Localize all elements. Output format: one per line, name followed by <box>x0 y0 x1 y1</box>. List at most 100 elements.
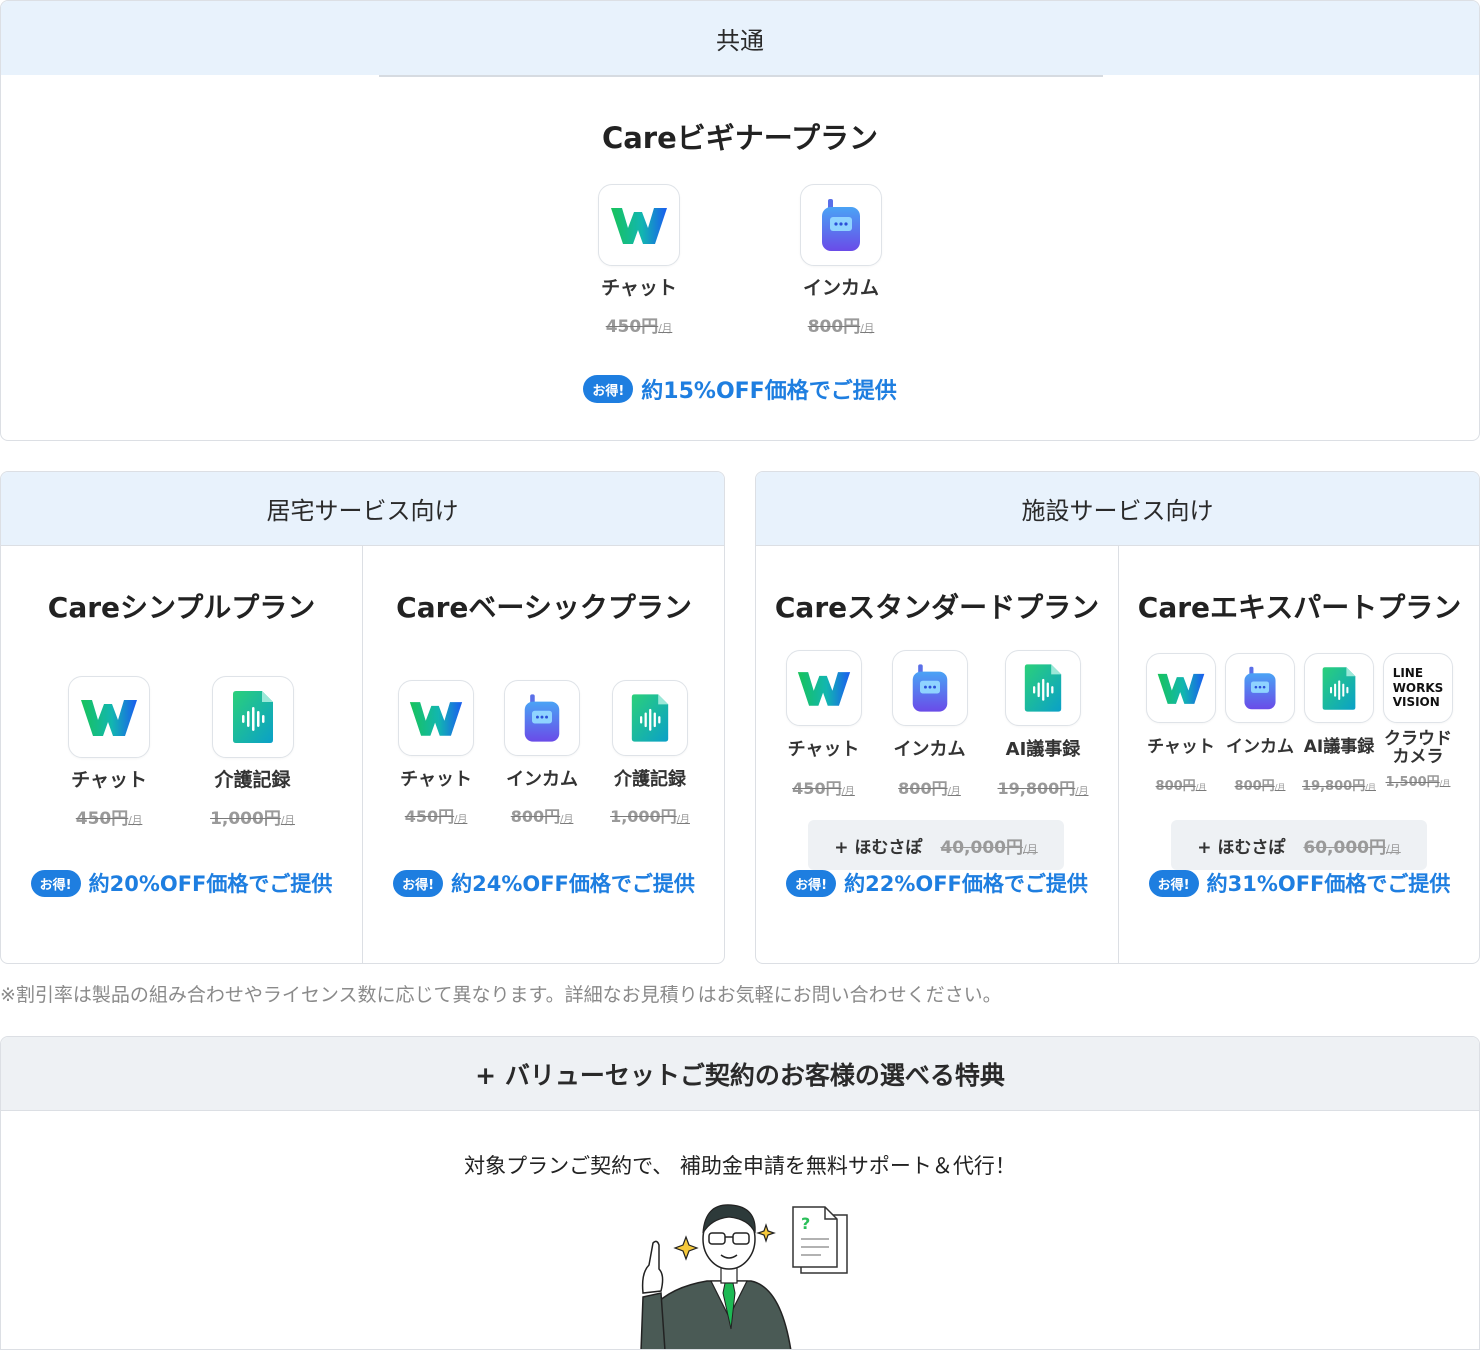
app-chat: チャット 800円/月 <box>1146 653 1217 794</box>
app-price: 450円/月 <box>792 778 855 798</box>
care-record-icon <box>612 680 688 756</box>
intercom-icon <box>800 184 882 266</box>
app-price: 450円/月 <box>605 316 673 337</box>
addon-homusapo: + ほむさぽ 40,000円/月 <box>808 820 1064 870</box>
benefit-text: 対象プランご契約で、 補助金申請を無料サポート＆代行！ <box>464 1154 1016 1178</box>
intercom-icon <box>891 650 968 726</box>
deal-badge: お得! <box>30 869 81 897</box>
deal-badge: お得! <box>1148 869 1199 897</box>
plan-basic: Careベーシックプラン チャット 450円/月 インカム 800円/月 介護記… <box>363 546 724 963</box>
addon-price: 40,000円/月 <box>940 837 1038 858</box>
discount-label: お得! 約31%OFF価格でご提供 <box>1119 868 1479 898</box>
discount-note: ※割引率は製品の組み合わせやライセンス数に応じて異なります。詳細なお見積りはお気… <box>0 984 1002 1006</box>
app-list: チャット 800円/月 インカム 800円/月 AI議事録 19,800円/月 … <box>1119 653 1479 794</box>
addon-homusapo: + ほむさぽ 60,000円/月 <box>1171 820 1427 870</box>
facility-service-card: 施設サービス向け Careスタンダードプラン チャット 450円/月 インカム … <box>755 471 1480 964</box>
works-w-icon <box>68 676 151 758</box>
app-price: 19,800円/月 <box>997 778 1089 798</box>
app-price: 800円/月 <box>898 778 961 798</box>
app-ai-minutes: AI議事録 19,800円/月 <box>998 650 1089 799</box>
deal-badge: お得! <box>393 869 444 897</box>
works-w-icon <box>398 680 475 756</box>
app-name: インカム <box>802 277 879 299</box>
app-price: 800円/月 <box>1155 778 1207 794</box>
app-name: インカム <box>1226 737 1294 757</box>
app-intercom: インカム 800円/月 <box>891 650 968 799</box>
app-list: チャット 450円/月 インカム 800円/月 AI議事録 19,800円/月 <box>756 650 1118 799</box>
app-cloud-camera: LINE WORKS VISION クラウド カメラ 1,500円/月 <box>1383 653 1454 794</box>
discount-label: お得! 約20%OFF価格でご提供 <box>1 868 362 898</box>
facility-card-header: 施設サービス向け <box>756 472 1479 546</box>
app-name: 介護記録 <box>614 769 686 790</box>
app-price: 1,000円/月 <box>210 808 295 829</box>
app-intercom: インカム 800円/月 <box>504 680 581 827</box>
benefit-header-label: + バリューセットご契約のお客様の選べる特典 <box>475 1060 1005 1090</box>
app-name: クラウド カメラ <box>1384 729 1452 767</box>
home-service-card: 居宅サービス向け Careシンプルプラン チャット 450円/月 介護記録 1,… <box>0 471 725 964</box>
app-name: チャット <box>400 769 472 790</box>
deal-text: 約20%OFF価格でご提供 <box>88 872 333 896</box>
ai-minutes-icon <box>1005 650 1081 726</box>
works-w-icon <box>1146 653 1216 723</box>
common-card-header: 共通 <box>1 1 1479 75</box>
plan-title: Careエキスパートプラン <box>1137 591 1462 624</box>
app-price: 800円/月 <box>807 316 875 337</box>
plan-standard: Careスタンダードプラン チャット 450円/月 インカム 800円/月 AI… <box>756 546 1118 963</box>
lineworks-vision-logo: LINE WORKS VISION <box>1392 666 1444 710</box>
facility-header-label: 施設サービス向け <box>1021 497 1214 525</box>
plan-simple: Careシンプルプラン チャット 450円/月 介護記録 1,000円/月 お得… <box>1 546 362 963</box>
plan-expert: Careエキスパートプラン チャット 800円/月 インカム 800円/月 AI… <box>1119 546 1479 963</box>
app-price: 450円/月 <box>75 808 143 829</box>
addon-label: + ほむさぽ <box>834 837 923 858</box>
discount-label: お得! 約15%OFF価格でご提供 <box>1 373 1479 405</box>
addon-price: 60,000円/月 <box>1303 837 1401 858</box>
header-underline <box>379 75 1103 77</box>
app-chat: チャット 450円/月 <box>68 676 151 829</box>
app-intercom: インカム 800円/月 <box>800 184 882 337</box>
app-care-record: 介護記録 1,000円/月 <box>610 680 690 827</box>
app-name: チャット <box>71 769 147 791</box>
app-name: チャット <box>787 739 860 760</box>
lineworks-vision-icon: LINE WORKS VISION <box>1383 653 1453 723</box>
app-name: インカム <box>506 769 579 790</box>
app-price: 1,000円/月 <box>610 806 690 826</box>
app-list: チャット 450円/月 介護記録 1,000円/月 <box>1 676 362 829</box>
common-card: 共通 Careビギナープラン チャット 450円/月 インカム 800円/月 お… <box>0 0 1480 441</box>
deal-text: 約22%OFF価格でご提供 <box>844 872 1088 896</box>
app-chat: チャット 450円/月 <box>398 680 475 827</box>
intercom-icon <box>504 680 581 756</box>
common-header-label: 共通 <box>716 26 764 55</box>
app-intercom: インカム 800円/月 <box>1225 653 1296 794</box>
app-list: チャット 450円/月 インカム 800円/月 <box>1 184 1479 337</box>
deal-text: 約31%OFF価格でご提供 <box>1206 872 1451 896</box>
app-price: 800円/月 <box>1234 778 1286 794</box>
home-card-header: 居宅サービス向け <box>1 472 724 546</box>
app-name: 介護記録 <box>214 769 291 791</box>
home-header-label: 居宅サービス向け <box>266 497 459 525</box>
deal-text: 約15%OFF価格でご提供 <box>641 379 897 404</box>
addon-label: + ほむさぽ <box>1197 837 1286 858</box>
plan-title: Careシンプルプラン <box>47 591 316 624</box>
ai-minutes-icon <box>1304 653 1374 723</box>
discount-label: お得! 約22%OFF価格でご提供 <box>756 868 1118 898</box>
app-name: AI議事録 <box>1005 739 1081 760</box>
app-ai-minutes: AI議事録 19,800円/月 <box>1302 653 1376 794</box>
app-price: 450円/月 <box>404 806 468 826</box>
benefit-card: + バリューセットご契約のお客様の選べる特典 対象プランご契約で、 補助金申請を… <box>0 1036 1480 1350</box>
app-name: チャット <box>1147 737 1215 757</box>
deal-badge: お得! <box>786 869 837 897</box>
deal-text: 約24%OFF価格でご提供 <box>451 872 695 896</box>
app-name: チャット <box>601 277 677 299</box>
app-price: 19,800円/月 <box>1302 778 1376 794</box>
consultant-illustration: ? <box>640 1204 848 1349</box>
deal-badge: お得! <box>583 375 634 403</box>
app-chat: チャット 450円/月 <box>598 184 680 337</box>
works-w-icon <box>598 184 680 266</box>
app-chat: チャット 450円/月 <box>785 650 862 799</box>
works-w-icon <box>785 650 862 726</box>
app-list: チャット 450円/月 インカム 800円/月 介護記録 1,000円/月 <box>363 680 724 827</box>
svg-text:?: ? <box>801 1214 810 1233</box>
app-price: 1,500円/月 <box>1385 774 1451 790</box>
plan-title: Careビギナープラン <box>601 121 879 155</box>
app-name: インカム <box>893 739 966 760</box>
